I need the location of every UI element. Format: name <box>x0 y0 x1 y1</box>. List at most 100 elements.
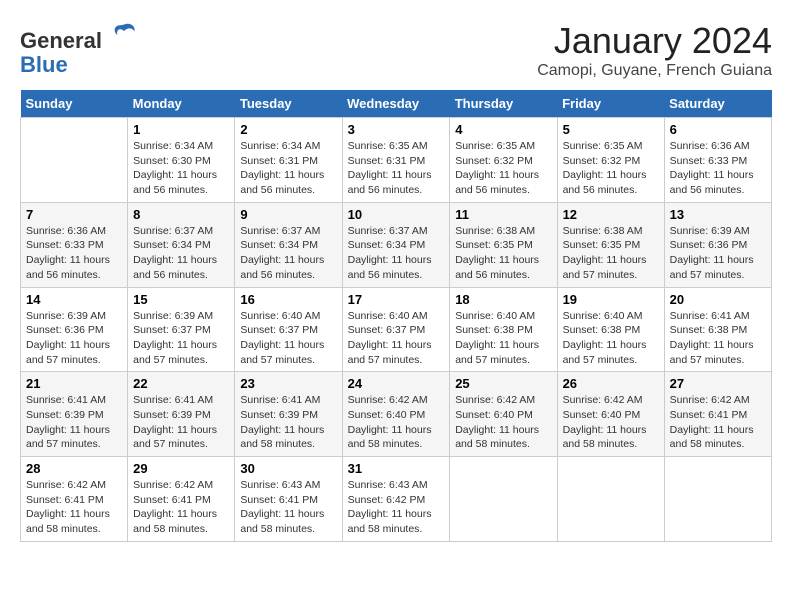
day-header-monday: Monday <box>128 90 235 118</box>
cell-content: Sunrise: 6:35 AMSunset: 6:31 PMDaylight:… <box>348 139 445 198</box>
cell-content: Sunrise: 6:39 AMSunset: 6:36 PMDaylight:… <box>670 224 766 283</box>
calendar-cell: 13 Sunrise: 6:39 AMSunset: 6:36 PMDayligh… <box>664 202 771 287</box>
cell-content: Sunrise: 6:35 AMSunset: 6:32 PMDaylight:… <box>455 139 551 198</box>
logo-general: General <box>20 28 102 53</box>
day-number: 1 <box>133 122 229 137</box>
day-number: 12 <box>563 207 659 222</box>
cell-content: Sunrise: 6:41 AMSunset: 6:38 PMDaylight:… <box>670 309 766 368</box>
calendar-cell: 31 Sunrise: 6:43 AMSunset: 6:42 PMDayligh… <box>342 457 450 542</box>
cell-content: Sunrise: 6:42 AMSunset: 6:40 PMDaylight:… <box>563 393 659 452</box>
calendar-cell: 27Sunrise: 6:42 AMSunset: 6:41 PMDayligh… <box>664 372 771 457</box>
day-header-wednesday: Wednesday <box>342 90 450 118</box>
location-title: Camopi, Guyane, French Guiana <box>537 62 772 80</box>
day-number: 24 <box>348 376 445 391</box>
day-number: 7 <box>26 207 122 222</box>
calendar-cell: 9 Sunrise: 6:37 AMSunset: 6:34 PMDaylight… <box>235 202 342 287</box>
calendar-cell: 21 Sunrise: 6:41 AMSunset: 6:39 PMDayligh… <box>21 372 128 457</box>
calendar-week-4: 21 Sunrise: 6:41 AMSunset: 6:39 PMDayligh… <box>21 372 772 457</box>
day-number: 6 <box>670 122 766 137</box>
day-header-sunday: Sunday <box>21 90 128 118</box>
day-number: 28 <box>26 461 122 476</box>
day-header-friday: Friday <box>557 90 664 118</box>
calendar-cell: 8 Sunrise: 6:37 AMSunset: 6:34 PMDaylight… <box>128 202 235 287</box>
day-number: 15 <box>133 292 229 307</box>
title-block: January 2024 Camopi, Guyane, French Guia… <box>537 20 772 80</box>
day-number: 13 <box>670 207 766 222</box>
logo-bird-icon <box>110 20 138 48</box>
cell-content: Sunrise: 6:36 AMSunset: 6:33 PMDaylight:… <box>26 224 122 283</box>
cell-content: Sunrise: 6:37 AMSunset: 6:34 PMDaylight:… <box>348 224 445 283</box>
cell-content: Sunrise: 6:40 AMSunset: 6:38 PMDaylight:… <box>563 309 659 368</box>
calendar-cell: 10Sunrise: 6:37 AMSunset: 6:34 PMDayligh… <box>342 202 450 287</box>
cell-content: Sunrise: 6:40 AMSunset: 6:37 PMDaylight:… <box>348 309 445 368</box>
calendar-cell: 30Sunrise: 6:43 AMSunset: 6:41 PMDayligh… <box>235 457 342 542</box>
calendar-cell: 12 Sunrise: 6:38 AMSunset: 6:35 PMDayligh… <box>557 202 664 287</box>
day-number: 22 <box>133 376 229 391</box>
cell-content: Sunrise: 6:43 AMSunset: 6:42 PMDaylight:… <box>348 478 445 537</box>
calendar-cell: 16 Sunrise: 6:40 AMSunset: 6:37 PMDayligh… <box>235 287 342 372</box>
calendar-week-5: 28 Sunrise: 6:42 AMSunset: 6:41 PMDayligh… <box>21 457 772 542</box>
cell-content: Sunrise: 6:37 AMSunset: 6:34 PMDaylight:… <box>240 224 336 283</box>
calendar-cell: 26 Sunrise: 6:42 AMSunset: 6:40 PMDayligh… <box>557 372 664 457</box>
cell-content: Sunrise: 6:42 AMSunset: 6:41 PMDaylight:… <box>26 478 122 537</box>
calendar-cell: 25 Sunrise: 6:42 AMSunset: 6:40 PMDayligh… <box>450 372 557 457</box>
calendar-cell <box>557 457 664 542</box>
day-number: 3 <box>348 122 445 137</box>
calendar-cell <box>450 457 557 542</box>
cell-content: Sunrise: 6:38 AMSunset: 6:35 PMDaylight:… <box>455 224 551 283</box>
calendar-cell: 20 Sunrise: 6:41 AMSunset: 6:38 PMDayligh… <box>664 287 771 372</box>
day-header-saturday: Saturday <box>664 90 771 118</box>
calendar-cell: 6 Sunrise: 6:36 AMSunset: 6:33 PMDaylight… <box>664 118 771 203</box>
day-number: 25 <box>455 376 551 391</box>
cell-content: Sunrise: 6:42 AMSunset: 6:40 PMDaylight:… <box>348 393 445 452</box>
logo: General Blue <box>20 20 138 77</box>
day-number: 27 <box>670 376 766 391</box>
day-number: 9 <box>240 207 336 222</box>
calendar-cell: 4 Sunrise: 6:35 AMSunset: 6:32 PMDaylight… <box>450 118 557 203</box>
cell-content: Sunrise: 6:36 AMSunset: 6:33 PMDaylight:… <box>670 139 766 198</box>
cell-content: Sunrise: 6:40 AMSunset: 6:38 PMDaylight:… <box>455 309 551 368</box>
calendar-cell: 11Sunrise: 6:38 AMSunset: 6:35 PMDayligh… <box>450 202 557 287</box>
days-header-row: SundayMondayTuesdayWednesdayThursdayFrid… <box>21 90 772 118</box>
day-number: 14 <box>26 292 122 307</box>
calendar-cell <box>21 118 128 203</box>
calendar-cell: 23 Sunrise: 6:41 AMSunset: 6:39 PMDayligh… <box>235 372 342 457</box>
day-number: 8 <box>133 207 229 222</box>
calendar-cell: 18 Sunrise: 6:40 AMSunset: 6:38 PMDayligh… <box>450 287 557 372</box>
cell-content: Sunrise: 6:41 AMSunset: 6:39 PMDaylight:… <box>240 393 336 452</box>
calendar-week-1: 1 Sunrise: 6:34 AMSunset: 6:30 PMDaylight… <box>21 118 772 203</box>
day-number: 18 <box>455 292 551 307</box>
day-header-tuesday: Tuesday <box>235 90 342 118</box>
cell-content: Sunrise: 6:35 AMSunset: 6:32 PMDaylight:… <box>563 139 659 198</box>
cell-content: Sunrise: 6:41 AMSunset: 6:39 PMDaylight:… <box>133 393 229 452</box>
cell-content: Sunrise: 6:42 AMSunset: 6:40 PMDaylight:… <box>455 393 551 452</box>
month-title: January 2024 <box>537 20 772 62</box>
cell-content: Sunrise: 6:39 AMSunset: 6:36 PMDaylight:… <box>26 309 122 368</box>
day-number: 31 <box>348 461 445 476</box>
day-number: 2 <box>240 122 336 137</box>
calendar-cell: 14 Sunrise: 6:39 AMSunset: 6:36 PMDayligh… <box>21 287 128 372</box>
calendar-cell: 17Sunrise: 6:40 AMSunset: 6:37 PMDayligh… <box>342 287 450 372</box>
cell-content: Sunrise: 6:38 AMSunset: 6:35 PMDaylight:… <box>563 224 659 283</box>
day-number: 26 <box>563 376 659 391</box>
cell-content: Sunrise: 6:37 AMSunset: 6:34 PMDaylight:… <box>133 224 229 283</box>
day-number: 16 <box>240 292 336 307</box>
page-header: General Blue January 2024 Camopi, Guyane… <box>20 20 772 80</box>
calendar-week-2: 7 Sunrise: 6:36 AMSunset: 6:33 PMDaylight… <box>21 202 772 287</box>
day-number: 20 <box>670 292 766 307</box>
day-number: 30 <box>240 461 336 476</box>
cell-content: Sunrise: 6:40 AMSunset: 6:37 PMDaylight:… <box>240 309 336 368</box>
cell-content: Sunrise: 6:39 AMSunset: 6:37 PMDaylight:… <box>133 309 229 368</box>
calendar-week-3: 14 Sunrise: 6:39 AMSunset: 6:36 PMDayligh… <box>21 287 772 372</box>
calendar-cell: 29Sunrise: 6:42 AMSunset: 6:41 PMDayligh… <box>128 457 235 542</box>
cell-content: Sunrise: 6:34 AMSunset: 6:30 PMDaylight:… <box>133 139 229 198</box>
calendar-cell: 2Sunrise: 6:34 AMSunset: 6:31 PMDaylight… <box>235 118 342 203</box>
calendar-cell: 5Sunrise: 6:35 AMSunset: 6:32 PMDaylight… <box>557 118 664 203</box>
calendar-cell <box>664 457 771 542</box>
day-number: 19 <box>563 292 659 307</box>
calendar-cell: 24 Sunrise: 6:42 AMSunset: 6:40 PMDayligh… <box>342 372 450 457</box>
day-number: 4 <box>455 122 551 137</box>
day-number: 21 <box>26 376 122 391</box>
cell-content: Sunrise: 6:41 AMSunset: 6:39 PMDaylight:… <box>26 393 122 452</box>
day-number: 23 <box>240 376 336 391</box>
